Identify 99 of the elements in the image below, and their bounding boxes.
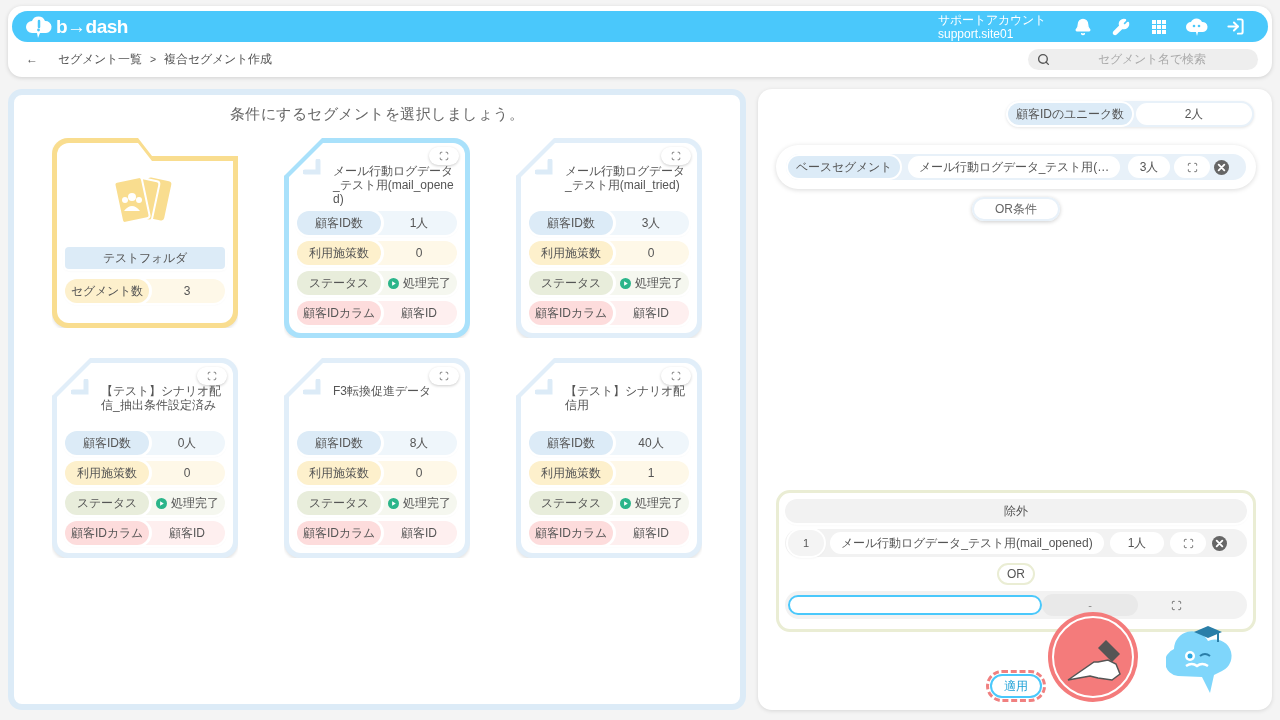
base-segment-name: メール行動ログデータ_テスト用(… xyxy=(908,156,1120,178)
play-icon xyxy=(619,497,631,509)
expand-icon xyxy=(207,371,217,381)
unique-count-value: 2人 xyxy=(1136,103,1252,125)
segment-card[interactable]: 【テスト】シナリオ配信_抽出条件設定済み 顧客ID数 0人 利用施策数 0 ステータス 処理完了 顧客IDカラム 顧客ID xyxy=(52,358,238,558)
stat-value: 8人 xyxy=(408,434,430,452)
stat-value: 処理完了 xyxy=(381,494,457,512)
stat-value: 顧客ID xyxy=(632,304,670,322)
stat-value: 3 xyxy=(182,284,192,298)
unique-count-label: 顧客IDのユニーク数 xyxy=(1008,103,1132,125)
stat-label: ステータス xyxy=(529,271,613,295)
play-icon xyxy=(387,497,399,509)
stat-label: ステータス xyxy=(297,271,381,295)
panel-title: 条件にするセグメントを選択しましょう。 xyxy=(229,105,525,124)
expand-button[interactable] xyxy=(429,367,459,385)
stat-label: 顧客ID数 xyxy=(297,211,381,235)
expand-button[interactable] xyxy=(661,147,691,165)
close-icon[interactable] xyxy=(1212,535,1227,551)
segment-name: メール行動ログデータ_テスト用(mail_opened) xyxy=(830,532,1104,554)
stat-label: 顧客IDカラム xyxy=(65,521,149,545)
stat-label: 顧客ID数 xyxy=(529,211,613,235)
stat-value: 顧客ID xyxy=(400,304,438,322)
base-segment-count: 3人 xyxy=(1128,156,1170,178)
play-icon xyxy=(387,277,399,289)
segment-count: 1人 xyxy=(1110,532,1164,554)
stat-label: ステータス xyxy=(65,491,149,515)
play-icon xyxy=(619,277,631,289)
row-index: 1 xyxy=(788,530,824,556)
stat-value: 0 xyxy=(646,246,656,260)
expand-icon xyxy=(1170,599,1182,611)
stat-label: 顧客IDカラム xyxy=(529,301,613,325)
breadcrumb-link[interactable]: セグメント一覧 xyxy=(58,50,142,68)
back-button[interactable]: ← xyxy=(26,52,38,66)
expand-icon xyxy=(1182,537,1194,549)
segment-input-field[interactable] xyxy=(788,595,1042,615)
stat-value: 0 xyxy=(414,246,424,260)
expand-button[interactable] xyxy=(429,147,459,165)
play-icon xyxy=(155,497,167,509)
segment-title: メール行動ログデータ_テスト用(mail_opened) xyxy=(333,164,455,206)
breadcrumb-separator: > xyxy=(150,53,157,65)
or-label: OR xyxy=(997,563,1035,585)
expand-icon xyxy=(671,371,681,381)
stat-label: 利用施策数 xyxy=(529,461,613,485)
or-condition-button[interactable]: OR条件 xyxy=(972,197,1060,221)
expand-icon xyxy=(1186,161,1198,173)
folder-name: テストフォルダ xyxy=(65,247,225,269)
stat-label: 顧客ID数 xyxy=(529,431,613,455)
stat-value: 顧客ID xyxy=(400,524,438,542)
account-name: サポートアカウント xyxy=(938,12,1046,27)
segment-title: F3転換促進データ xyxy=(333,384,432,398)
expand-icon xyxy=(671,151,681,161)
stat-value: 3人 xyxy=(640,214,662,232)
stat-value: 顧客ID xyxy=(632,524,670,542)
stat-value: 顧客ID xyxy=(168,524,206,542)
expand-button[interactable] xyxy=(661,367,691,385)
stat-value: 40人 xyxy=(637,434,665,452)
breadcrumb-current: 複合セグメント作成 xyxy=(164,50,273,68)
segment-title: 【テスト】シナリオ配信_抽出条件設定済み xyxy=(101,384,222,412)
stat-value: 処理完了 xyxy=(613,274,689,292)
segment-title: メール行動ログデータ_テスト用(mail_tried) xyxy=(565,164,686,192)
expand-icon xyxy=(439,371,449,381)
stat-label: 顧客ID数 xyxy=(297,431,381,455)
stat-value: 処理完了 xyxy=(381,274,457,292)
stat-value: 0 xyxy=(414,466,424,480)
stat-label: セグメント数 xyxy=(65,279,149,303)
stat-label: 利用施策数 xyxy=(297,461,381,485)
search-field[interactable]: セグメント名で検索 xyxy=(1028,48,1258,70)
stat-label: ステータス xyxy=(297,491,381,515)
segment-card[interactable]: F3転換促進データ 顧客ID数 8人 利用施策数 0 ステータス 処理完了 顧客IDカラム 顧客ID xyxy=(284,358,470,558)
expand-button[interactable] xyxy=(1170,532,1206,554)
stat-value: 1人 xyxy=(408,214,430,232)
cloud-logo-icon xyxy=(26,14,52,39)
segment-title: 【テスト】シナリオ配信用 xyxy=(565,384,686,412)
stat-value: 処理完了 xyxy=(149,494,225,512)
segment-card[interactable]: メール行動ログデータ_テスト用(mail_tried) 顧客ID数 3人 利用施策数 0 ステータス 処理完了 顧客IDカラム 顧客ID xyxy=(516,138,702,338)
stat-label: 利用施策数 xyxy=(65,461,149,485)
base-segment-label: ベースセグメント xyxy=(788,156,900,178)
stat-label: 顧客IDカラム xyxy=(529,521,613,545)
logo-text: b→dash xyxy=(56,15,128,38)
folder-card[interactable]: テストフォルダ セグメント数 3 xyxy=(52,138,238,328)
stat-label: 顧客IDカラム xyxy=(297,301,381,325)
account-id: support.site01 xyxy=(938,26,1015,41)
stat-label: 利用施策数 xyxy=(297,241,381,265)
stat-label: 顧客IDカラム xyxy=(297,521,381,545)
search-icon xyxy=(1037,52,1050,66)
stat-value: 0人 xyxy=(176,434,198,452)
stat-label: 顧客ID数 xyxy=(65,431,149,455)
expand-button[interactable] xyxy=(197,367,227,385)
stat-value: 0 xyxy=(182,466,192,480)
segment-count: - xyxy=(1042,594,1138,616)
stat-value: 処理完了 xyxy=(613,494,689,512)
stat-label: ステータス xyxy=(529,491,613,515)
stat-value: 1 xyxy=(646,466,656,480)
segment-card[interactable]: 【テスト】シナリオ配信用 顧客ID数 40人 利用施策数 1 ステータス 処理完了 顧客IDカラム 顧客ID xyxy=(516,358,702,558)
segment-card[interactable]: メール行動ログデータ_テスト用(mail_opened) 顧客ID数 1人 利用施策数 0 ステータス 処理完了 顧客IDカラム 顧客ID xyxy=(284,138,470,338)
close-icon[interactable] xyxy=(1214,159,1229,175)
exclusion-title: 除外 xyxy=(785,499,1247,523)
expand-icon xyxy=(439,151,449,161)
stat-label: 利用施策数 xyxy=(529,241,613,265)
